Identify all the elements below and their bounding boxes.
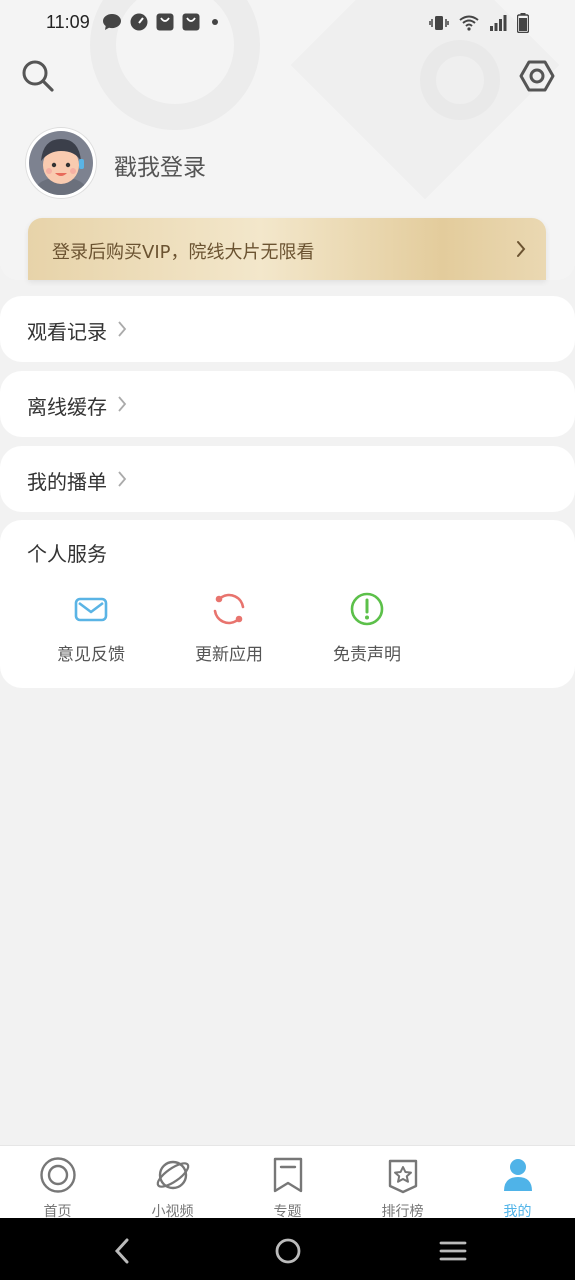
avatar[interactable] <box>26 128 96 198</box>
tab-topics[interactable]: 专题 <box>230 1146 345 1220</box>
battery-icon <box>517 13 529 33</box>
service-disclaimer[interactable]: 免责声明 <box>312 592 422 665</box>
tab-rankings[interactable]: 排行榜 <box>345 1146 460 1220</box>
service-update-app[interactable]: 更新应用 <box>174 592 284 665</box>
service-label: 更新应用 <box>195 645 263 665</box>
refresh-icon <box>213 593 245 625</box>
alert-circle-icon <box>350 592 384 626</box>
service-feedback[interactable]: 意见反馈 <box>36 592 146 665</box>
service-label: 免责声明 <box>333 645 401 665</box>
chevron-right-icon <box>118 471 127 487</box>
chevron-right-icon <box>118 321 127 337</box>
vibrate-icon <box>429 16 449 30</box>
settings-button[interactable] <box>519 58 555 94</box>
dot-icon <box>212 19 218 25</box>
search-icon <box>22 60 54 92</box>
status-bar: 11:09 <box>0 0 575 46</box>
menu-item-my-playlist[interactable]: 我的播单 <box>0 446 575 512</box>
speedometer-icon <box>130 13 148 31</box>
shopping-bag-icon <box>156 13 174 31</box>
status-time: 11:09 <box>46 12 90 32</box>
shopping-bag-icon <box>182 13 200 31</box>
settings-hexagon-icon <box>519 60 555 92</box>
planet-icon <box>156 1160 189 1190</box>
wifi-icon <box>459 15 479 31</box>
section-title: 个人服务 <box>27 542 107 566</box>
background-decoration <box>420 40 500 120</box>
search-button[interactable] <box>20 58 56 94</box>
chat-icon <box>103 14 121 30</box>
chevron-right-icon <box>517 241 526 257</box>
service-label: 意见反馈 <box>57 645 125 665</box>
menu-item-watch-history[interactable]: 观看记录 <box>0 296 575 362</box>
menu-item-label: 我的播单 <box>27 470 107 494</box>
menu-item-label: 观看记录 <box>27 320 107 344</box>
mail-icon <box>74 597 108 622</box>
system-navigation-bar <box>0 1218 575 1280</box>
menu-item-label: 离线缓存 <box>27 395 107 419</box>
bookmark-icon <box>273 1157 302 1193</box>
back-icon[interactable] <box>108 1236 138 1266</box>
avatar-image <box>29 131 93 195</box>
menu-item-offline-cache[interactable]: 离线缓存 <box>0 371 575 437</box>
tab-short-video[interactable]: 小视频 <box>115 1146 230 1220</box>
chevron-right-icon <box>118 396 127 412</box>
vip-banner[interactable]: 登录后购买VIP，院线大片无限看 <box>28 218 546 280</box>
signal-icon <box>490 15 507 31</box>
login-prompt[interactable]: 戳我登录 <box>114 148 206 182</box>
home-icon[interactable] <box>273 1236 303 1266</box>
person-icon <box>503 1159 532 1191</box>
home-ring-icon <box>39 1157 76 1193</box>
bottom-tab-bar: 首页 小视频 专题 排行榜 我的 <box>0 1145 575 1220</box>
vip-banner-text: 登录后购买VIP，院线大片无限看 <box>52 242 315 263</box>
tab-home[interactable]: 首页 <box>0 1146 115 1220</box>
menu-icon[interactable] <box>438 1236 468 1266</box>
star-badge-icon <box>388 1159 417 1194</box>
tab-mine[interactable]: 我的 <box>460 1146 575 1220</box>
